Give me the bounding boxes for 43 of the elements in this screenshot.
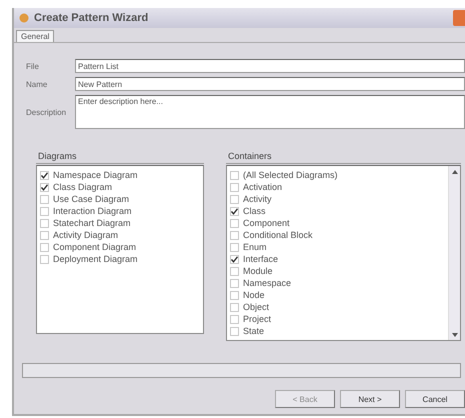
checkbox-label: Class Diagram — [53, 182, 112, 192]
field-label: Name — [26, 80, 48, 88]
checkbox-label: Activity Diagram — [53, 230, 118, 240]
group-title: Diagrams — [36, 151, 204, 164]
checkbox-label: (All Selected Diagrams) — [243, 170, 338, 180]
wizard-button[interactable]: Next > — [340, 390, 400, 408]
checkbox[interactable] — [40, 170, 49, 180]
checkbox-label: Namespace — [243, 278, 292, 288]
checkbox-label: Class — [243, 206, 266, 216]
close-button[interactable] — [453, 10, 465, 26]
description-field[interactable]: Enter description here... — [75, 95, 465, 129]
scrollbar[interactable] — [448, 166, 460, 340]
tab[interactable]: General — [16, 30, 54, 42]
checkbox-label: Activation — [243, 182, 282, 192]
text-field[interactable]: New Pattern — [75, 77, 465, 91]
field-label: Description — [26, 108, 68, 116]
checkbox[interactable] — [40, 182, 49, 192]
scroll-up-icon[interactable] — [452, 170, 458, 174]
checkbox[interactable] — [230, 206, 239, 216]
window-title: Create Pattern Wizard — [34, 12, 148, 24]
checkbox-label: Component — [243, 218, 290, 228]
checkbox-label: Node — [243, 290, 265, 300]
checkbox-label: Use Case Diagram — [53, 194, 130, 204]
checkbox-label: Interaction Diagram — [53, 206, 132, 216]
text-field[interactable]: Pattern List — [75, 59, 465, 73]
checkbox-label: Statechart Diagram — [53, 218, 131, 228]
checkbox-label: Namespace Diagram — [53, 170, 138, 180]
field-label: File — [26, 62, 40, 70]
app-icon — [19, 13, 29, 23]
scroll-down-icon[interactable] — [452, 332, 458, 336]
checkbox-label: Activity — [243, 194, 272, 204]
checkbox-label: Deployment Diagram — [53, 254, 138, 264]
checkbox-label: Component Diagram — [53, 242, 136, 252]
checkbox-label: Interface — [243, 254, 278, 264]
checkbox-label: Conditional Block — [243, 230, 313, 240]
checkbox-label: Project — [243, 314, 272, 324]
wizard-button[interactable]: Cancel — [405, 390, 465, 408]
checkbox-label: State — [243, 326, 264, 336]
checkbox[interactable] — [230, 254, 239, 264]
checkbox-label: Object — [243, 302, 270, 312]
checkbox-label: Module — [243, 266, 273, 276]
checkbox-label: Enum — [243, 242, 267, 252]
group-title: Containers — [226, 151, 461, 164]
